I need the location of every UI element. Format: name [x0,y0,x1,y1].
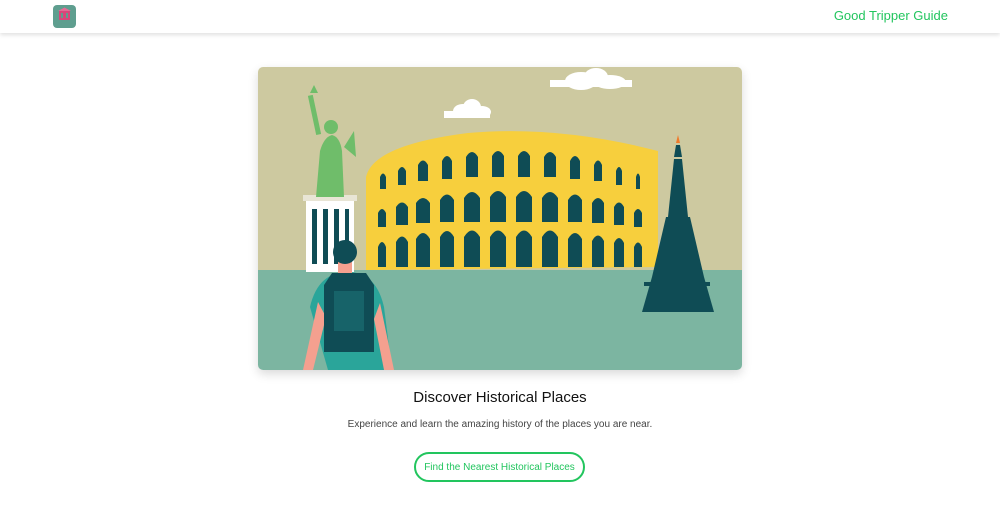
brand-link[interactable]: Good Tripper Guide [834,8,948,23]
landmark-logo-icon [57,7,72,27]
page-title: Discover Historical Places [413,389,587,406]
find-nearest-places-button[interactable]: Find the Nearest Historical Places [414,452,585,482]
navbar: Good Tripper Guide [0,0,1000,33]
historical-places-illustration [258,67,742,370]
logo[interactable] [53,5,76,28]
hero-image [258,67,742,370]
page-subtitle: Experience and learn the amazing history… [347,419,653,430]
